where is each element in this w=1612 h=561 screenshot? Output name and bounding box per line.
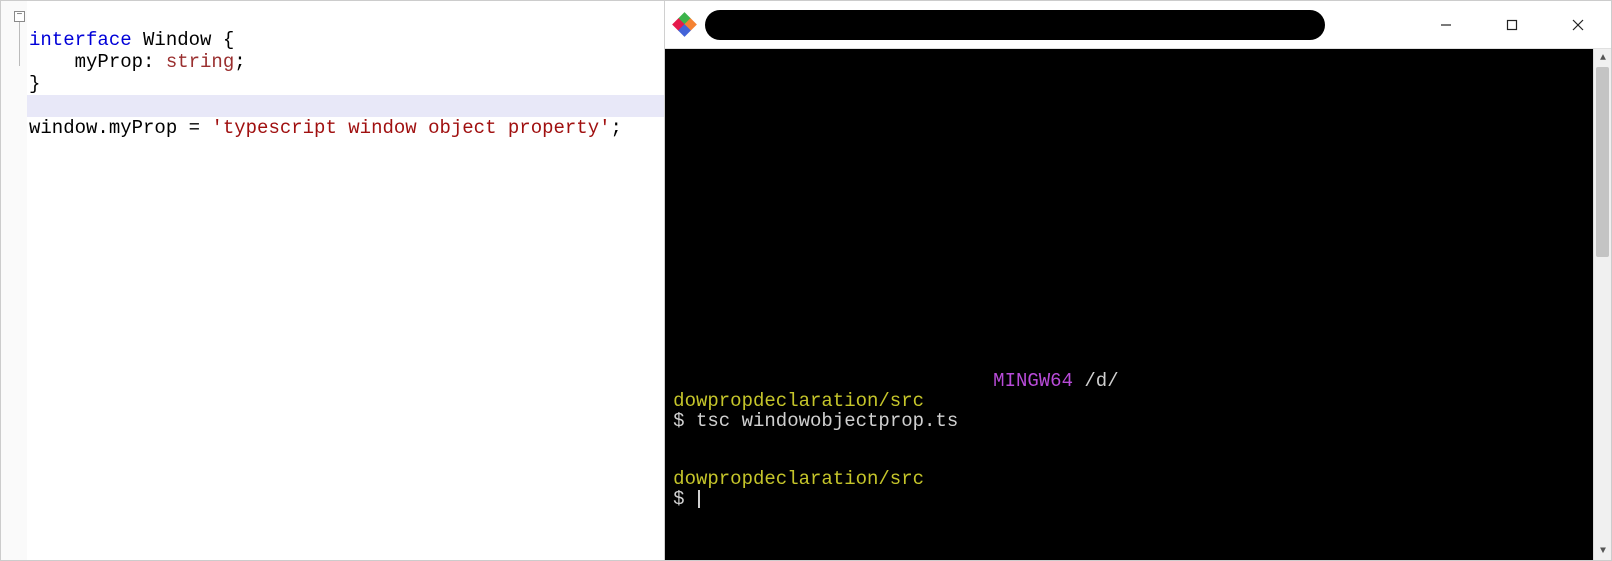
- code-editor-pane: − interface Window { myProp: string; } w…: [1, 1, 664, 560]
- code-type: string: [166, 51, 234, 73]
- editor-gutter: −: [1, 1, 27, 560]
- close-button[interactable]: [1545, 1, 1611, 49]
- terminal-output[interactable]: MINGW64 /d/ dowpropdeclaration/src $ tsc…: [665, 49, 1593, 560]
- terminal-env: MINGW64: [993, 370, 1073, 392]
- terminal-line: dowpropdeclaration/src: [673, 391, 1118, 411]
- code-text: ;: [234, 51, 245, 73]
- scroll-down-button[interactable]: ▼: [1594, 542, 1612, 560]
- terminal-path: /d/: [1073, 370, 1119, 392]
- terminal-cwd: dowpropdeclaration/src: [673, 468, 924, 490]
- terminal-line: MINGW64 /d/: [673, 371, 1118, 391]
- code-string: 'typescript window object property': [211, 117, 610, 139]
- scroll-up-button[interactable]: ▲: [1594, 49, 1612, 67]
- minimize-button[interactable]: [1413, 1, 1479, 49]
- terminal-cwd: dowpropdeclaration/src: [673, 390, 924, 412]
- window-controls: [1413, 1, 1611, 49]
- terminal-line: $: [673, 489, 924, 509]
- terminal-cursor: [698, 490, 700, 508]
- window-title-redacted: [705, 10, 1325, 40]
- code-text: Window {: [132, 29, 235, 51]
- fold-guide-line: [19, 22, 20, 66]
- code-text: ;: [611, 117, 622, 139]
- terminal-line: $ tsc windowobjectprop.ts: [673, 411, 1118, 431]
- code-content[interactable]: interface Window { myProp: string; } win…: [29, 7, 622, 161]
- terminal-prompt: $: [673, 410, 696, 432]
- terminal-scrollbar[interactable]: ▲ ▼: [1593, 49, 1611, 560]
- scroll-thumb[interactable]: [1596, 67, 1609, 257]
- code-text: window.myProp =: [29, 117, 211, 139]
- code-text: }: [29, 73, 40, 95]
- git-bash-icon: [675, 15, 695, 35]
- terminal-prompt: $: [673, 488, 696, 510]
- terminal-line: dowpropdeclaration/src: [673, 469, 924, 489]
- terminal-body-wrap: MINGW64 /d/ dowpropdeclaration/src $ tsc…: [665, 49, 1611, 560]
- scroll-track[interactable]: [1594, 67, 1611, 542]
- fold-toggle-icon[interactable]: −: [14, 11, 25, 22]
- code-text: myProp:: [29, 51, 166, 73]
- maximize-button[interactable]: [1479, 1, 1545, 49]
- window-titlebar[interactable]: [665, 1, 1611, 49]
- code-keyword: interface: [29, 29, 132, 51]
- terminal-command: tsc windowobjectprop.ts: [696, 410, 958, 432]
- terminal-window: MINGW64 /d/ dowpropdeclaration/src $ tsc…: [664, 1, 1611, 560]
